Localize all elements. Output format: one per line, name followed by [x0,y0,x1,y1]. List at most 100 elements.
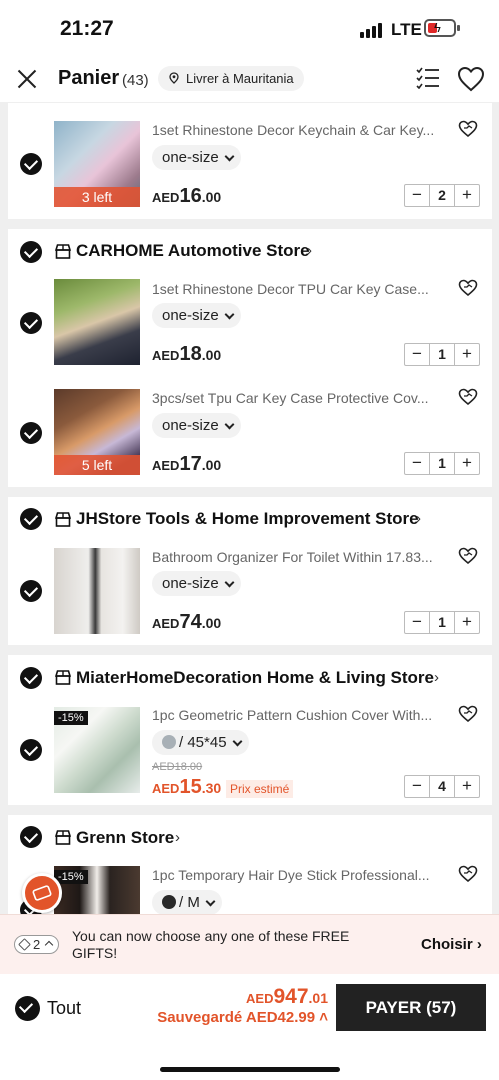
item-price: AED18.00 [152,343,222,365]
item-title[interactable]: 1set Rhinestone Decor Keychain & Car Key… [152,122,447,138]
product-image[interactable]: -15% [54,866,140,914]
wishlist-heart-icon[interactable] [457,66,485,92]
gift-message: You can now choose any one of these FREE… [72,928,350,961]
decrease-qty-button[interactable]: − [405,344,429,365]
store-checkbox[interactable] [20,826,42,848]
chevron-down-icon [224,309,235,320]
chevron-up-icon [44,940,54,950]
quantity-value[interactable]: 1 [429,344,455,365]
home-indicator [160,1067,340,1072]
item-title[interactable]: 1set Rhinestone Decor TPU Car Key Case..… [152,281,447,297]
product-image[interactable]: -15% [54,707,140,793]
savings-summary[interactable]: Sauvegardé AED42.99 ˄ [157,1009,328,1026]
item-price: AED17.00 [152,453,222,475]
status-bar: 21:27 LTE ϟ [0,0,499,56]
item-title[interactable]: 3pcs/set Tpu Car Key Case Protective Cov… [152,390,447,406]
select-all-checkbox[interactable] [15,996,40,1021]
variant-selector[interactable]: one-size [152,145,241,170]
chevron-down-icon [205,896,216,907]
store-name[interactable]: Grenn Store [76,828,174,848]
store-name[interactable]: JHStore Tools & Home Improvement Store [76,509,419,529]
wishlist-add-icon[interactable] [458,388,478,406]
choose-gift-link[interactable]: Choisir › [421,936,482,953]
store-checkbox[interactable] [20,667,42,689]
coupon-ticket-icon [32,885,52,901]
discount-tag: -15% [54,711,88,725]
item-title[interactable]: Bathroom Organizer For Toilet Within 17.… [152,549,447,565]
stock-badge: 5 left [54,455,140,475]
quantity-stepper: − 2 + [404,184,480,207]
variant-selector[interactable]: / M [152,890,222,914]
increase-qty-button[interactable]: + [455,453,479,474]
chevron-right-icon[interactable]: › [307,242,312,259]
item-title[interactable]: 1pc Geometric Pattern Cushion Cover With… [152,707,447,723]
store-icon [55,244,71,259]
pay-button[interactable]: PAYER (57) [336,984,486,1031]
checklist-icon[interactable] [416,67,440,89]
tag-icon [18,938,31,951]
status-time: 21:27 [60,17,114,40]
product-image[interactable] [54,548,140,634]
gift-count-badge[interactable]: 2 [14,935,59,954]
wishlist-add-icon[interactable] [458,865,478,883]
checkout-bar: Tout AED947.01 Sauvegardé AED42.99 ˄ PAY… [0,974,499,1080]
item-checkbox[interactable] [20,312,42,334]
decrease-qty-button[interactable]: − [405,453,429,474]
quantity-value[interactable]: 4 [429,776,455,797]
wishlist-add-icon[interactable] [458,547,478,565]
decrease-qty-button[interactable]: − [405,185,429,206]
page-title: Panier [58,67,120,89]
variant-selector[interactable]: one-size [152,303,241,328]
item-checkbox[interactable] [20,739,42,761]
stock-badge: 3 left [54,187,140,207]
quantity-stepper: − 1 + [404,452,480,475]
wishlist-add-icon[interactable] [458,279,478,297]
cart-total: AED947.01 [246,985,328,1008]
product-image[interactable] [54,279,140,365]
store-checkbox[interactable] [20,241,42,263]
cart-count: (43) [122,72,149,89]
chevron-up-icon: ˄ [319,1009,328,1026]
wishlist-add-icon[interactable] [458,120,478,138]
variant-selector[interactable]: one-size [152,413,241,438]
store-name[interactable]: CARHOME Automotive Store [76,241,310,261]
decrease-qty-button[interactable]: − [405,612,429,633]
quantity-value[interactable]: 2 [429,185,455,206]
decrease-qty-button[interactable]: − [405,776,429,797]
quantity-stepper: − 1 + [404,343,480,366]
chevron-right-icon[interactable]: › [175,829,180,846]
variant-selector[interactable]: / 45*45 [152,730,249,755]
select-all-label[interactable]: Tout [47,998,81,1019]
item-checkbox[interactable] [20,422,42,444]
increase-qty-button[interactable]: + [455,185,479,206]
quantity-value[interactable]: 1 [429,612,455,633]
store-icon [55,670,71,685]
wishlist-add-icon[interactable] [458,705,478,723]
coupon-float-button[interactable] [22,873,62,913]
chevron-right-icon[interactable]: › [416,510,421,527]
store-checkbox[interactable] [20,508,42,530]
store-name[interactable]: MiaterHomeDecoration Home & Living Store [76,668,434,688]
quantity-value[interactable]: 1 [429,453,455,474]
ship-to-label: Livrer à Mauritania [186,71,294,86]
item-title[interactable]: 1pc Temporary Hair Dye Stick Professiona… [152,867,447,883]
store-icon [55,512,71,527]
store-card: 3 left 1set Rhinestone Decor Keychain & … [8,103,492,219]
item-checkbox[interactable] [20,580,42,602]
location-pin-icon [169,72,179,84]
close-icon[interactable] [14,66,40,92]
network-label: LTE [391,20,422,39]
color-swatch [162,735,176,749]
increase-qty-button[interactable]: + [455,612,479,633]
estimated-price-tag: Prix estimé [226,780,294,798]
ship-to-button[interactable]: Livrer à Mauritania [158,66,304,91]
increase-qty-button[interactable]: + [455,776,479,797]
chevron-right-icon[interactable]: › [434,669,439,686]
store-card: MiaterHomeDecoration Home & Living Store… [8,655,492,805]
increase-qty-button[interactable]: + [455,344,479,365]
color-swatch [162,895,176,909]
item-checkbox[interactable] [20,153,42,175]
product-image[interactable]: 3 left [54,121,140,207]
product-image[interactable]: 5 left [54,389,140,475]
variant-selector[interactable]: one-size [152,571,241,596]
